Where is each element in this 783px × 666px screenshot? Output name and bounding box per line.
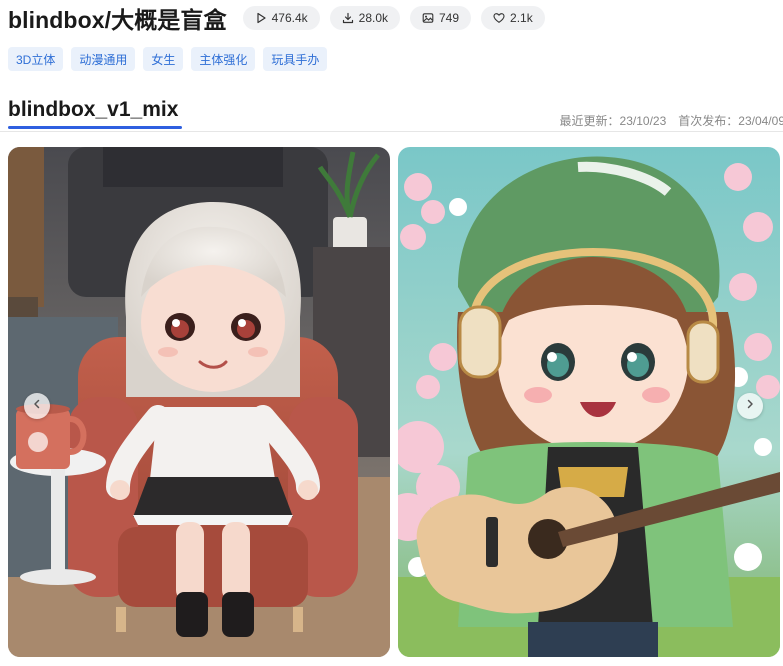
version-tab-bar: blindbox_v1_mix 最近更新：23/10/23 首次发布：23/04/…: [0, 92, 783, 132]
heart-icon: [493, 12, 505, 24]
tag[interactable]: 3D立体: [8, 47, 64, 71]
gallery-image-2[interactable]: [398, 147, 780, 657]
version-dates: 最近更新：23/10/23 首次发布：23/04/09: [560, 112, 783, 129]
carousel-prev-button[interactable]: [24, 393, 50, 419]
play-icon: [255, 12, 267, 24]
image-icon: [422, 12, 434, 24]
stat-runs-value: 476.4k: [271, 11, 308, 25]
stat-images: 749: [410, 6, 472, 30]
stat-likes-value: 2.1k: [510, 11, 533, 25]
stat-downloads-value: 28.0k: [358, 11, 388, 25]
model-header: blindbox/大概是盲盒 476.4k 28.0k 749 2.1k: [8, 4, 545, 33]
carousel-next-button[interactable]: [737, 393, 763, 419]
chevron-left-icon: [31, 397, 43, 415]
tag[interactable]: 玩具手办: [263, 47, 328, 71]
active-tab-indicator: [8, 126, 182, 129]
stat-images-value: 749: [439, 11, 460, 25]
published-label: 首次发布：: [678, 114, 739, 128]
stat-downloads: 28.0k: [329, 6, 400, 30]
updated-date: 23/10/23: [619, 114, 667, 128]
model-page: blindbox/大概是盲盒 476.4k 28.0k 749 2.1k 3D立…: [0, 0, 783, 666]
version-tab[interactable]: blindbox_v1_mix: [8, 98, 178, 122]
gallery-image-1[interactable]: [8, 147, 390, 657]
stat-likes[interactable]: 2.1k: [481, 6, 545, 30]
tag[interactable]: 女生: [143, 47, 184, 71]
tag[interactable]: 动漫通用: [71, 47, 136, 71]
download-icon: [342, 12, 354, 24]
chevron-right-icon: [744, 397, 756, 415]
image-carousel: [8, 147, 783, 657]
tag-list: 3D立体 动漫通用 女生 主体强化 玩具手办: [8, 47, 328, 71]
published-date: 23/04/09: [738, 114, 783, 128]
updated-label: 最近更新：: [559, 114, 620, 128]
stat-runs: 476.4k: [242, 6, 320, 30]
page-title: blindbox/大概是盲盒: [8, 7, 227, 33]
tag[interactable]: 主体强化: [191, 47, 256, 71]
